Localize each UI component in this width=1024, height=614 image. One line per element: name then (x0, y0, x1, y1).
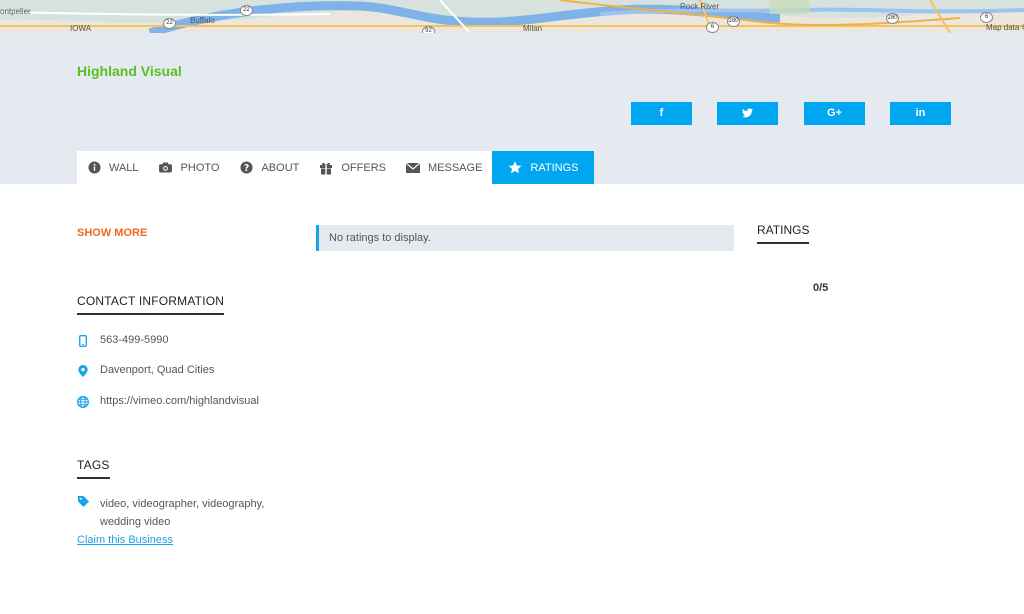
contact-location-row: Davenport, Quad Cities (77, 364, 214, 377)
map-label: Buffalo (190, 16, 215, 25)
linkedin-icon: in (915, 107, 926, 119)
map-attribution: Map data © (986, 23, 1024, 32)
google-plus-share-button[interactable]: G+ (804, 102, 865, 125)
phone-number[interactable]: 563-499-5990 (100, 334, 169, 346)
facebook-share-button[interactable]: f (631, 102, 692, 125)
no-ratings-notice: No ratings to display. (316, 225, 734, 251)
tag-icon (77, 496, 89, 508)
twitter-share-button[interactable] (717, 102, 778, 125)
tab-label: ABOUT (261, 161, 300, 174)
road-shield: 280 (886, 13, 899, 24)
tab-label: RATINGS (530, 161, 579, 174)
svg-text:?: ? (244, 163, 249, 174)
map-label: IOWA (70, 24, 92, 33)
phone-icon (77, 335, 89, 347)
globe-icon (77, 396, 89, 408)
rating-score: 0/5 (813, 282, 829, 294)
contact-phone-row: 563-499-5990 (77, 334, 169, 347)
twitter-icon (742, 108, 753, 118)
tab-photo[interactable]: PHOTO (149, 151, 230, 184)
tab-label: WALL (109, 161, 139, 174)
claim-business-link[interactable]: Claim this Business (77, 534, 173, 546)
map-pin-icon (77, 365, 89, 377)
road-shield: 22 (163, 18, 176, 29)
tab-message[interactable]: MESSAGE (396, 151, 492, 184)
contact-information-heading: CONTACT INFORMATION (77, 294, 225, 315)
tab-about[interactable]: ? ABOUT (229, 151, 309, 184)
road-shield: 22 (240, 5, 253, 16)
tags-row: video, videographer, videography, weddin… (77, 495, 280, 531)
facebook-icon: f (659, 107, 664, 119)
gift-icon (319, 161, 333, 175)
envelope-icon (406, 161, 420, 175)
map-label: Rock River (680, 2, 720, 11)
show-more-link[interactable]: SHOW MORE (77, 227, 147, 239)
map-graphic (0, 0, 1024, 33)
business-name: Highland Visual (77, 63, 182, 79)
question-icon: ? (239, 161, 253, 175)
profile-tabs: WALL PHOTO ? ABOUT OFFERS MESSAGE RATING… (77, 151, 595, 184)
map-strip[interactable]: ontpelier Buffalo IOWA Milan Rock River … (0, 0, 1024, 33)
contact-website-row: https://vimeo.com/highlandvisual (77, 395, 259, 408)
tab-offers[interactable]: OFFERS (309, 151, 396, 184)
map-label: ontpelier (0, 7, 31, 16)
tab-wall[interactable]: WALL (77, 151, 149, 184)
website-link[interactable]: https://vimeo.com/highlandvisual (100, 395, 259, 407)
tab-label: OFFERS (341, 161, 386, 174)
google-plus-icon: G+ (827, 107, 842, 119)
road-shield: 92 (422, 26, 435, 33)
tab-ratings[interactable]: RATINGS (492, 151, 595, 184)
road-shield: 6 (706, 22, 719, 33)
linkedin-share-button[interactable]: in (890, 102, 951, 125)
tab-label: MESSAGE (428, 161, 483, 174)
map-label: Milan (523, 24, 543, 33)
location-text: Davenport, Quad Cities (100, 364, 215, 376)
road-shield: 280 (727, 16, 740, 27)
info-icon (87, 161, 101, 175)
road-shield: 6 (980, 12, 993, 23)
tags-list: video, videographer, videography, weddin… (100, 498, 265, 528)
camera-icon (159, 161, 173, 175)
tags-heading: TAGS (77, 458, 110, 479)
tab-label: PHOTO (180, 161, 220, 174)
star-icon (508, 161, 522, 175)
ratings-heading: RATINGS (757, 223, 810, 244)
